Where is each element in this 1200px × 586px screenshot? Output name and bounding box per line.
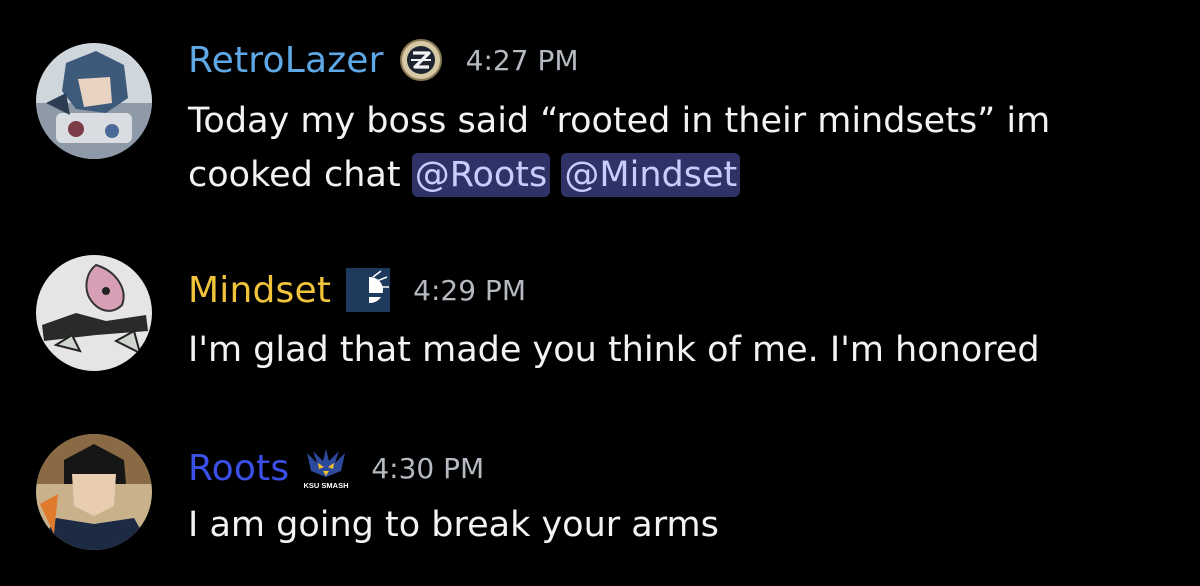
avatar-roots[interactable] xyxy=(36,434,152,550)
message-content: Today my boss said “rooted in their mind… xyxy=(188,94,1168,202)
message-header: RetroLazer 4:27 PM xyxy=(188,35,579,85)
chat-message-list: RetroLazer 4:27 PM Today my boss said “r… xyxy=(0,0,1200,586)
cartoon-avatar-image xyxy=(36,255,152,371)
username[interactable]: Roots xyxy=(188,448,289,489)
svg-text:KSU SMASH: KSU SMASH xyxy=(304,481,349,490)
smash-logo-icon[interactable] xyxy=(345,267,391,313)
username[interactable]: RetroLazer xyxy=(188,40,384,81)
mention-mindset[interactable]: @Mindset xyxy=(561,153,741,197)
username[interactable]: Mindset xyxy=(188,270,331,311)
anime-avatar-image xyxy=(36,434,152,550)
timestamp: 4:30 PM xyxy=(371,451,485,485)
timestamp: 4:27 PM xyxy=(465,43,579,77)
message-text: I am going to break your arms xyxy=(188,505,719,545)
z-badge-icon[interactable] xyxy=(398,37,444,83)
timestamp: 4:29 PM xyxy=(413,273,526,307)
avatar-mindset[interactable] xyxy=(36,255,152,371)
avatar-retrolazer[interactable] xyxy=(36,43,152,159)
message-header: Mindset 4:29 PM xyxy=(188,265,526,315)
message-text: I'm glad that made you think of me. I'm … xyxy=(188,330,1040,370)
message-header: Roots KSU SMASH 4:30 PM xyxy=(188,443,484,493)
message-content: I'm glad that made you think of me. I'm … xyxy=(188,323,1168,377)
ksu-smash-hawk-icon[interactable]: KSU SMASH xyxy=(303,445,349,491)
mention-roots[interactable]: @Roots xyxy=(411,153,551,197)
anime-avatar-image xyxy=(36,43,152,159)
message-content: I am going to break your arms xyxy=(188,498,1168,552)
